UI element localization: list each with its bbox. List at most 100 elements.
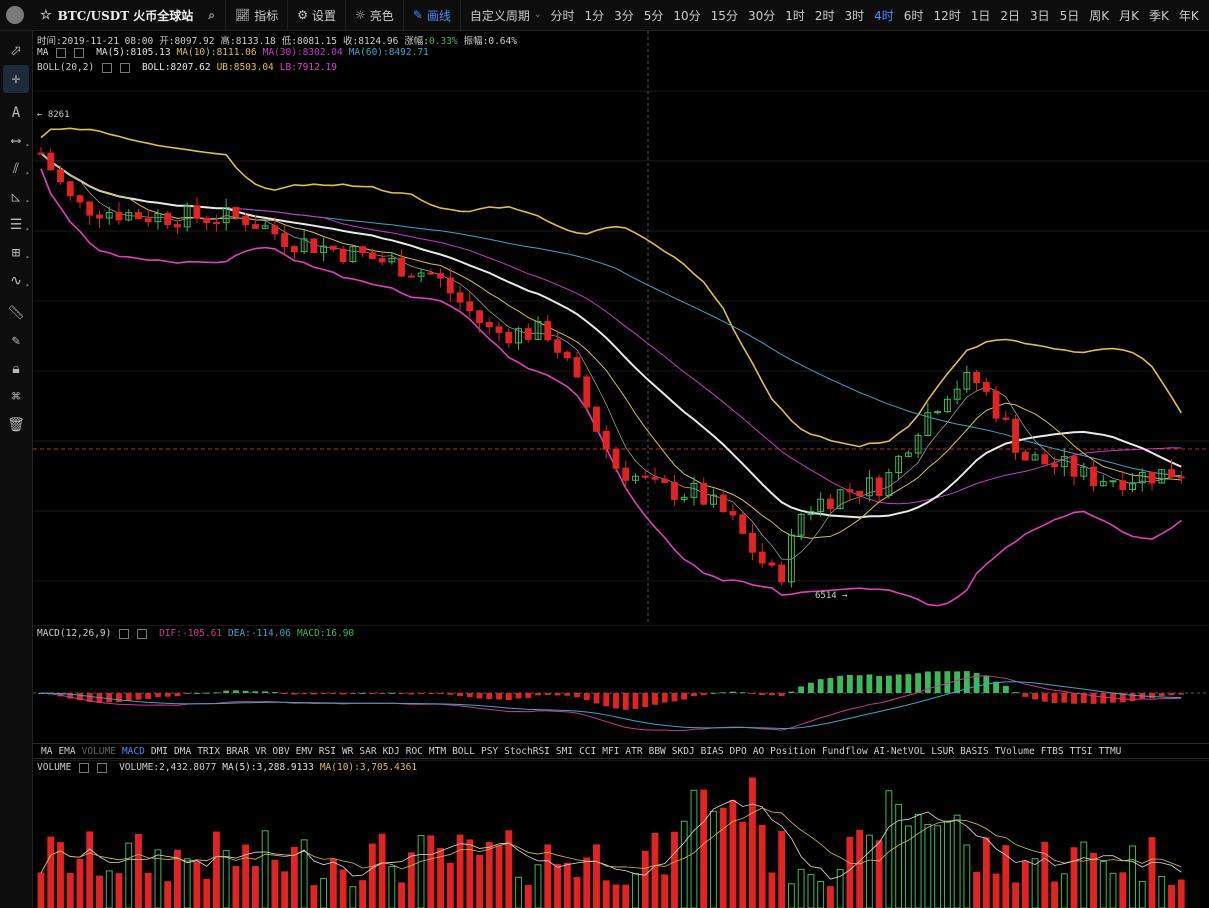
- settings-checkbox[interactable]: [56, 47, 67, 58]
- tab-macd[interactable]: MACD: [122, 746, 145, 757]
- custom-period-button[interactable]: 自定义周期 ⌄: [459, 0, 546, 30]
- triangle-icon[interactable]: ◺ ▸: [0, 183, 32, 211]
- close-icon[interactable]: [120, 62, 131, 73]
- volume-bar: [953, 814, 961, 908]
- macd-bar: [1032, 693, 1038, 700]
- period-16[interactable]: 5日: [1055, 7, 1085, 24]
- settings-checkbox[interactable]: [79, 762, 90, 773]
- indicators-button[interactable]: 📈︎ 指标: [225, 0, 287, 30]
- tab-basis[interactable]: BASIS: [960, 746, 989, 757]
- draw-button[interactable]: ✎ 画线: [402, 0, 460, 30]
- theme-button[interactable]: ☼ 亮色: [345, 0, 403, 30]
- tab-stochrsi[interactable]: StochRSI: [504, 746, 550, 757]
- tab-ftbs[interactable]: FTBS: [1041, 746, 1064, 757]
- period-10[interactable]: 4时: [869, 7, 899, 24]
- tab-bbw[interactable]: BBW: [649, 746, 666, 757]
- tab-obv[interactable]: OBV: [272, 746, 289, 757]
- period-20[interactable]: 年K: [1174, 7, 1204, 24]
- period-2[interactable]: 3分: [609, 7, 639, 24]
- ruler-icon[interactable]: 📏︎: [0, 299, 32, 327]
- period-6[interactable]: 30分: [743, 7, 780, 24]
- price-chart[interactable]: ← 8261 6514 →: [33, 31, 1209, 624]
- tab-smi[interactable]: SMI: [556, 746, 573, 757]
- cursor-icon[interactable]: ⬀: [0, 37, 32, 65]
- tab-bias[interactable]: BIAS: [701, 746, 724, 757]
- macd-bar: [710, 692, 717, 694]
- period-19[interactable]: 季K: [1144, 7, 1174, 24]
- period-11[interactable]: 6时: [899, 7, 929, 24]
- tab-atr[interactable]: ATR: [625, 746, 642, 757]
- close-icon[interactable]: [137, 628, 148, 639]
- symbol-selector[interactable]: ☆ BTC/USDT 火币全球站 ⌕: [30, 7, 225, 24]
- period-14[interactable]: 2日: [995, 7, 1025, 24]
- pencil-icon[interactable]: ✎: [0, 327, 32, 355]
- macd-bar: [554, 693, 561, 696]
- period-13[interactable]: 1日: [966, 7, 996, 24]
- multi-line-icon[interactable]: ⫽ ▸: [0, 155, 32, 183]
- settings-checkbox[interactable]: [119, 628, 130, 639]
- search-icon[interactable]: ⌕: [208, 8, 215, 23]
- period-4[interactable]: 10分: [668, 7, 705, 24]
- tab-dmi[interactable]: DMI: [151, 746, 168, 757]
- crosshair-icon[interactable]: ✛: [3, 65, 29, 93]
- tab-fundflow[interactable]: Fundflow: [822, 746, 868, 757]
- tab-ema[interactable]: EMA: [58, 746, 75, 757]
- period-18[interactable]: 月K: [1114, 7, 1144, 24]
- tab-ai-netvol[interactable]: AI-NetVOL: [874, 746, 925, 757]
- period-9[interactable]: 3时: [840, 7, 870, 24]
- period-5[interactable]: 15分: [706, 7, 743, 24]
- period-1[interactable]: 1分: [579, 7, 609, 24]
- period-3[interactable]: 5分: [639, 7, 669, 24]
- tab-dma[interactable]: DMA: [174, 746, 191, 757]
- tab-psy[interactable]: PSY: [481, 746, 498, 757]
- text-icon[interactable]: A: [0, 99, 32, 127]
- line-icon[interactable]: ⟷ ▸: [0, 127, 32, 155]
- close-icon[interactable]: [97, 762, 108, 773]
- tab-ao[interactable]: AO: [753, 746, 764, 757]
- tab-ttsi[interactable]: TTSI: [1070, 746, 1093, 757]
- tab-boll[interactable]: BOLL: [452, 746, 475, 757]
- tab-vr[interactable]: VR: [255, 746, 266, 757]
- tab-dpo[interactable]: DPO: [730, 746, 747, 757]
- tab-skdj[interactable]: SKDJ: [672, 746, 695, 757]
- tab-mfi[interactable]: MFI: [602, 746, 619, 757]
- tab-emv[interactable]: EMV: [296, 746, 313, 757]
- volume-chart[interactable]: [33, 760, 1209, 908]
- candle-body: [622, 467, 630, 481]
- wave-icon[interactable]: ∿ ▸: [0, 267, 32, 295]
- tab-wr[interactable]: WR: [342, 746, 353, 757]
- period-8[interactable]: 2时: [810, 7, 840, 24]
- grid-icon[interactable]: ⊞ ▸: [0, 239, 32, 267]
- period-17[interactable]: 周K: [1084, 7, 1114, 24]
- candle-body: [359, 246, 367, 254]
- period-0[interactable]: 分时: [545, 7, 579, 24]
- tab-ma[interactable]: MA: [41, 746, 52, 757]
- tab-ttmu[interactable]: TTMU: [1099, 746, 1122, 757]
- settings-checkbox[interactable]: [102, 62, 113, 73]
- tab-volume[interactable]: VOLUME: [82, 746, 116, 757]
- lock-icon[interactable]: 🔒︎: [0, 355, 32, 383]
- tab-tvolume[interactable]: TVolume: [995, 746, 1035, 757]
- period-7[interactable]: 1时: [780, 7, 810, 24]
- macd-chart[interactable]: [33, 625, 1209, 742]
- tab-cci[interactable]: CCI: [579, 746, 596, 757]
- period-12[interactable]: 12时: [928, 7, 965, 24]
- tab-mtm[interactable]: MTM: [429, 746, 446, 757]
- tab-kdj[interactable]: KDJ: [383, 746, 400, 757]
- period-15[interactable]: 3日: [1025, 7, 1055, 24]
- tab-brar[interactable]: BRAR: [226, 746, 249, 757]
- settings-button[interactable]: ⚙ 设置: [287, 0, 345, 30]
- trash-icon[interactable]: 🗑︎: [0, 411, 32, 439]
- tab-rsi[interactable]: RSI: [319, 746, 336, 757]
- tab-position[interactable]: Position: [770, 746, 816, 757]
- candle-body: [1051, 463, 1058, 468]
- tab-trix[interactable]: TRIX: [197, 746, 220, 757]
- tab-roc[interactable]: ROC: [406, 746, 423, 757]
- star-icon[interactable]: ☆: [40, 8, 52, 23]
- eye-icon[interactable]: ⌘: [0, 383, 32, 411]
- close-icon[interactable]: [74, 47, 85, 58]
- tab-lsur[interactable]: LSUR: [931, 746, 954, 757]
- tab-sar[interactable]: SAR: [359, 746, 376, 757]
- volume-bar: [1031, 858, 1039, 908]
- parallel-icon[interactable]: ☰ ▸: [0, 211, 32, 239]
